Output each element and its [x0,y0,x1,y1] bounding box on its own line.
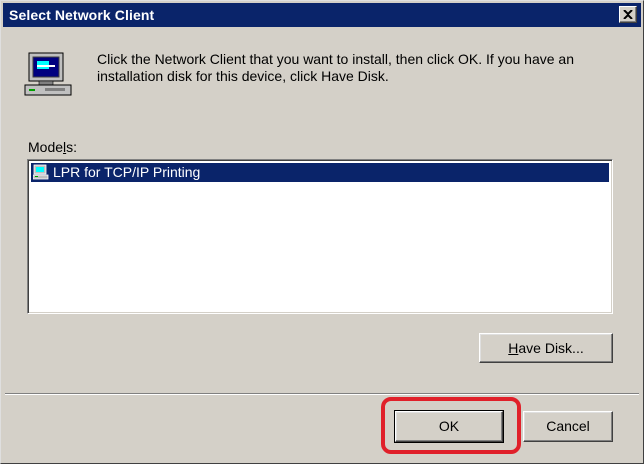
close-button[interactable] [619,6,637,23]
have-disk-button[interactable]: Have Disk... [479,333,613,363]
ok-button[interactable]: OK [394,410,504,443]
close-icon [623,10,633,19]
computer-icon [24,52,72,96]
models-listbox[interactable]: LPR for TCP/IP Printing [27,159,613,314]
separator [5,393,639,395]
select-network-client-dialog: Select Network Client Click the Network … [0,0,644,464]
list-item-label: LPR for TCP/IP Printing [53,164,201,180]
window-title: Select Network Client [9,7,155,23]
list-item[interactable]: LPR for TCP/IP Printing [31,163,609,182]
network-client-icon [33,164,49,180]
title-bar[interactable]: Select Network Client [3,3,641,27]
instructions-text: Click the Network Client that you want t… [97,51,574,84]
models-label: Models: [28,139,78,155]
cancel-button[interactable]: Cancel [523,411,613,442]
